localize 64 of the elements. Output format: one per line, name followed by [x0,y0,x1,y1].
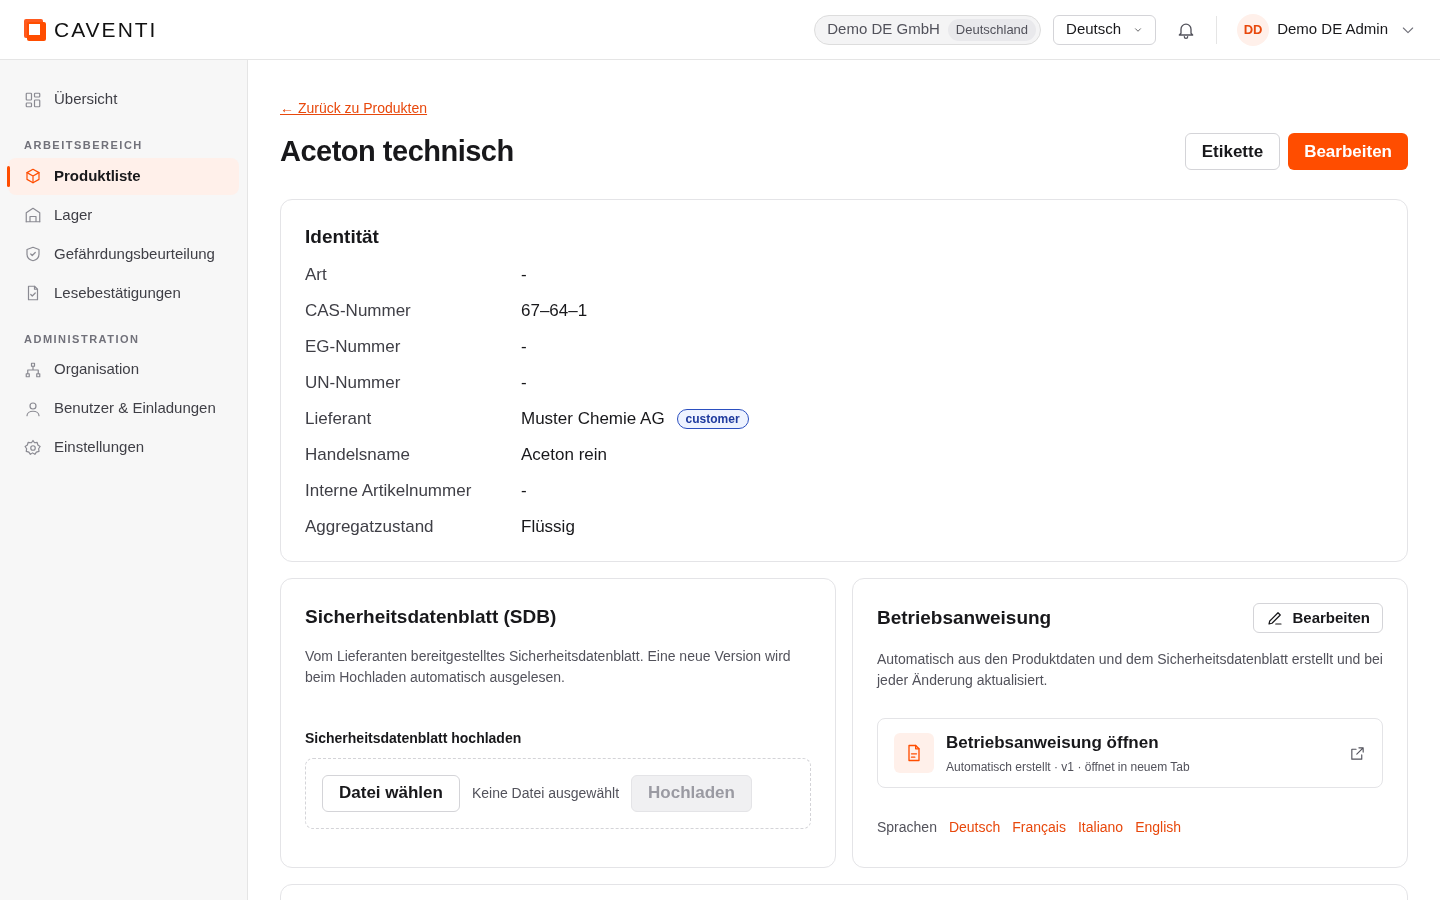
document-link[interactable]: Betriebsanweisung öffnen Automatisch erstellt · v1 · öffnet in neuem Tab [877,718,1383,788]
field-label: Lieferant [305,408,373,431]
language-link[interactable]: Deutsch [948,817,1001,838]
country-badge: Deutschland [947,18,1037,41]
languages-label: Sprachen [877,818,937,837]
field-label: Handelsname [305,444,411,467]
language-link[interactable]: English [1135,817,1182,838]
nav-item[interactable]: Lager [8,196,239,234]
field-label: UN-Nummer [305,372,402,395]
logo-icon [24,18,46,41]
building-icon [24,206,42,224]
nav-item[interactable]: Lesebestätigungen [8,274,239,312]
label-button[interactable]: Etikette [1184,133,1281,171]
page-title: Aceton technisch [280,134,514,169]
nav-item[interactable]: Organisation [8,351,239,388]
nav-item[interactable]: Gefährdungsbeurteilung [8,235,239,273]
settings-icon [24,438,42,457]
shield-icon [24,245,42,263]
tag: customer [676,409,749,429]
field-value: Muster Chemie AG [521,408,665,431]
field-value: - [521,480,527,503]
nav-item[interactable]: Einstellungen [8,429,239,466]
section-heading: ARBEITSBEREICH [23,138,144,153]
document-icon [894,733,934,773]
active-indicator [7,165,10,187]
card-title: Sicherheitsdatenblatt (SDB) [305,605,558,629]
field-label: Aggregatzustand [305,516,435,539]
field-value: Aceton rein [521,444,607,467]
cube-icon [24,167,42,185]
card-title: Betriebsanweisung [877,605,1052,630]
edit-button[interactable]: Bearbeiten [1253,603,1383,633]
language-link[interactable]: Italiano [1078,817,1124,838]
user-name[interactable]: Demo DE Admin [1277,18,1388,41]
language-link[interactable]: Français [1012,817,1066,838]
field-label: Interne Artikelnummer [305,480,473,503]
card-title: Identität [305,224,380,249]
field-value: - [521,372,527,395]
dashboard-icon [24,90,42,109]
nav-item[interactable]: Übersicht [8,81,239,118]
field-value: Flüssig [521,516,575,539]
external-link-icon [1349,744,1366,762]
user-icon [24,399,42,418]
document-title: Betriebsanweisung öffnen [946,732,1160,755]
user-avatar[interactable]: DD [1237,13,1270,46]
nav-item[interactable]: Produktliste [8,157,239,195]
upload-label: Sicherheitsdatenblatt hochladen [305,728,523,748]
choose-file-button[interactable]: Datei wählen [322,774,460,812]
field-value: - [521,336,527,359]
field-value: 67–64–1 [521,300,588,323]
back-link[interactable]: ← Zurück zu Produkten [280,100,428,116]
section-heading: ADMINISTRATION [23,331,141,347]
language-select[interactable]: Deutsch [1053,14,1157,45]
brand-name: CAVENTI [54,16,158,43]
field-label: EG-Nummer [305,336,402,359]
file-status: Keine Datei ausgewählt [471,783,620,803]
hierarchy-icon [24,360,42,379]
card-description: Vom Lieferanten bereitgestelltes Sicherheitsdatenblatt. Eine neue Version wird beim Hochladen automatisch ausgelesen. [305,646,792,687]
card-description: Automatisch aus den Produktdaten und dem Sicherheitsdatenblatt erstellt und bei jeder Änderung aktualisiert. [877,650,1383,690]
organization-pill[interactable]: Demo DE GmbH Deutschland [814,14,1042,45]
field-label: Art [305,264,328,287]
nav-item[interactable]: Benutzer & Einladungen [8,390,239,427]
field-value: - [521,264,527,287]
field-label: CAS-Nummer [305,300,412,323]
document-subtitle: Automatisch erstellt · v1 · öffnet in neuem Tab [946,758,1190,776]
